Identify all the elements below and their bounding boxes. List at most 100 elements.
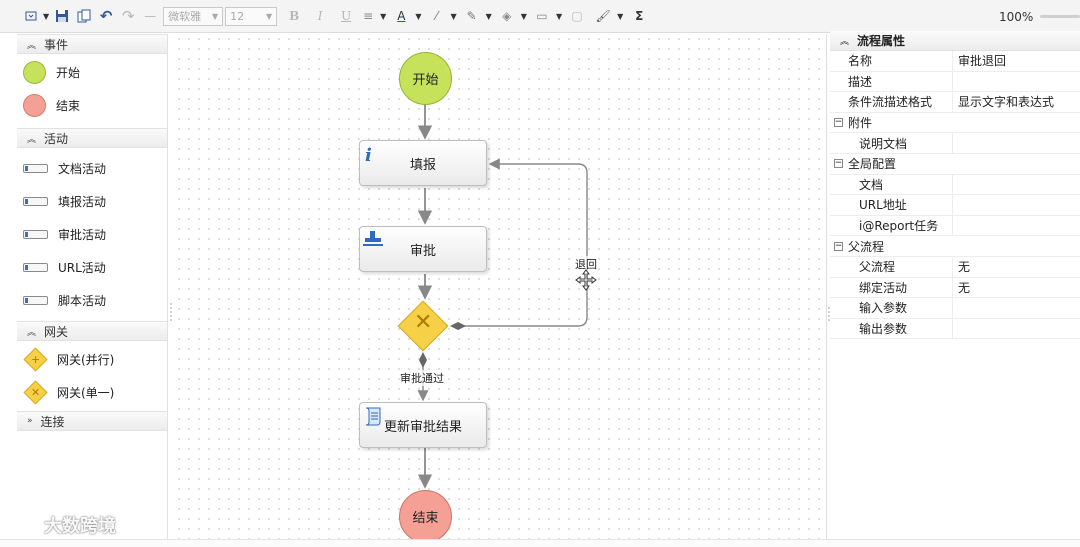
dropdown-menu-icon[interactable] [24, 6, 38, 26]
redo-icon[interactable]: ↷ [119, 6, 137, 26]
italic-button[interactable]: I [309, 6, 331, 26]
bold-button[interactable]: B [283, 6, 305, 26]
align-icon[interactable]: ≡ [361, 6, 375, 26]
palette-item-url-activity[interactable]: URL活动 [17, 251, 167, 284]
caret-down-icon[interactable]: ▼ [617, 12, 623, 21]
caret-down-icon[interactable]: ▼ [43, 12, 49, 21]
palette-item-end[interactable]: 结束 [17, 89, 167, 122]
font-color-icon[interactable]: A [392, 6, 410, 26]
shadow-icon[interactable]: ▢ [568, 6, 586, 26]
property-row[interactable]: 输入参数 [830, 298, 1080, 319]
palette-item-doc-activity[interactable]: 文档活动 [17, 152, 167, 185]
section-title: 活动 [44, 131, 69, 146]
undo-icon[interactable]: ↶ [97, 6, 115, 26]
property-value[interactable]: 无 [953, 257, 1080, 277]
zoom-slider[interactable] [1040, 15, 1080, 18]
caret-down-icon[interactable]: ▼ [380, 12, 386, 21]
property-row[interactable]: 描述 [830, 71, 1080, 93]
property-group[interactable]: − 附件 [830, 113, 1080, 134]
properties-grid: 名称 审批退回 描述 条件流描述格式 显示文字和表达式 − 附件 说明文档 − 全局配置 文档 URL… [830, 51, 1080, 340]
save-icon[interactable] [53, 6, 71, 26]
palette-item-script-activity[interactable]: 脚本活动 [17, 284, 167, 317]
property-value[interactable] [953, 319, 1080, 339]
border-icon[interactable]: ▭ [533, 6, 551, 26]
property-value[interactable]: 无 [953, 278, 1080, 298]
property-row[interactable]: 绑定活动 无 [830, 277, 1080, 299]
collapse-icon[interactable]: − [834, 241, 843, 251]
property-key: 文档 [830, 174, 953, 195]
parallel-gateway-icon: + [23, 347, 48, 372]
approve-task-label: 审批 [409, 243, 436, 259]
property-value[interactable]: 审批退回 [953, 51, 1080, 71]
property-row[interactable]: 说明文档 [830, 133, 1080, 154]
chevron-right-icon: » [27, 416, 33, 426]
property-key-text: 附件 [848, 116, 873, 131]
properties-header[interactable]: ︽ 流程属性 [830, 31, 1080, 51]
end-event-node[interactable]: 结束 [399, 490, 452, 543]
property-key: i@Report任务 [830, 215, 953, 236]
doc-task-icon [23, 164, 48, 173]
palette-section-gateways[interactable]: ︽ 网关 [17, 321, 167, 341]
collapse-icon[interactable]: − [834, 118, 843, 128]
property-key: URL地址 [830, 195, 953, 215]
edge-label-pass[interactable]: 审批通过 [400, 370, 444, 386]
chevron-up-icon: ︽ [27, 134, 37, 145]
property-row[interactable]: URL地址 [830, 195, 1080, 216]
property-group[interactable]: − 全局配置 [830, 154, 1080, 175]
update-task-label: 更新审批结果 [383, 419, 462, 435]
start-event-node[interactable]: 开始 [399, 52, 452, 105]
property-key-text: 输出参数 [859, 322, 908, 337]
property-row[interactable]: i@Report任务 [830, 215, 1080, 237]
property-row[interactable]: 输出参数 [830, 318, 1080, 340]
zoom-level: 100% [999, 10, 1034, 24]
property-value[interactable] [953, 195, 1080, 215]
property-value[interactable] [953, 72, 1080, 92]
palette-item-exclusive-gateway[interactable]: ✕ 网关(单一) [17, 376, 167, 409]
palette-section-activities[interactable]: ︽ 活动 [17, 128, 167, 148]
property-row[interactable]: 父流程 无 [830, 256, 1080, 278]
caret-down-icon[interactable]: ▼ [521, 12, 527, 21]
collapse-icon[interactable]: − [834, 159, 843, 169]
font-family-select[interactable]: 微软雅 ▼ [163, 6, 224, 26]
property-value[interactable]: 显示文字和表达式 [953, 92, 1080, 112]
property-value[interactable] [953, 216, 1080, 236]
caret-down-icon[interactable]: ▼ [556, 12, 562, 21]
pen-icon[interactable]: ✎ [463, 6, 481, 26]
property-value[interactable] [953, 133, 1080, 153]
caret-down-icon[interactable]: ▼ [450, 12, 456, 21]
info-icon: i [365, 145, 372, 165]
format-painter-icon[interactable]: 🖌 [594, 6, 612, 26]
copy-icon[interactable] [75, 6, 93, 26]
clear-format-icon[interactable]: Σ [629, 6, 649, 26]
palette-item-approve-activity[interactable]: 审批活动 [17, 218, 167, 251]
caret-down-icon[interactable]: ▼ [486, 12, 492, 21]
palette-item-parallel-gateway[interactable]: + 网关(并行) [17, 343, 167, 376]
line-style-icon[interactable]: — [141, 6, 159, 26]
fill-color-icon[interactable]: ◈ [498, 6, 516, 26]
update-task-node[interactable]: 更新审批结果 [359, 402, 487, 448]
end-event-icon [23, 94, 46, 117]
property-group[interactable]: − 父流程 [830, 236, 1080, 257]
palette-item-label: 脚本活动 [58, 294, 107, 308]
palette-section-connections[interactable]: » 连接 [17, 411, 167, 431]
caret-down-icon[interactable]: ▼ [415, 12, 421, 21]
font-size-select[interactable]: 12 ▼ [225, 6, 278, 26]
property-row[interactable]: 文档 [830, 174, 1080, 196]
underline-button[interactable]: U [335, 6, 357, 26]
line-color-icon[interactable]: ⁄ [427, 6, 445, 26]
diagram-canvas[interactable]: 开始 i 填报 审批 ✕ 更新审批结果 结束 退回 审批通过 [174, 34, 826, 543]
property-row[interactable]: 名称 审批退回 [830, 51, 1080, 72]
section-title: 事件 [44, 37, 69, 52]
property-value [953, 236, 1080, 256]
script-task-icon [23, 296, 48, 305]
property-row[interactable]: 条件流描述格式 显示文字和表达式 [830, 92, 1080, 113]
fill-task-icon [23, 197, 48, 206]
palette-item-start[interactable]: 开始 [17, 56, 167, 89]
approve-task-node[interactable]: 审批 [359, 226, 487, 272]
chevron-up-icon: ︽ [840, 37, 850, 47]
palette-item-fill-activity[interactable]: 填报活动 [17, 185, 167, 218]
property-value[interactable] [953, 298, 1080, 318]
palette-section-events[interactable]: ︽ 事件 [17, 34, 167, 54]
fill-task-node[interactable]: i 填报 [359, 140, 487, 186]
property-value[interactable] [953, 175, 1080, 195]
